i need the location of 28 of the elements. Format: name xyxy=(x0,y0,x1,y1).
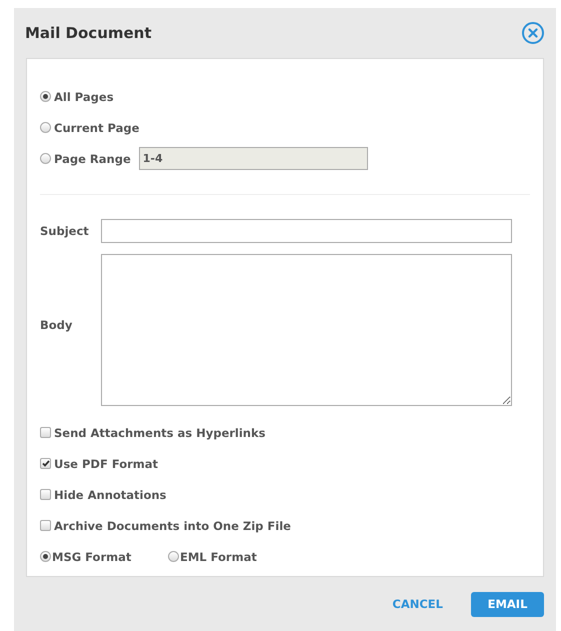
checkbox[interactable] xyxy=(40,427,51,438)
checkbox[interactable] xyxy=(40,489,51,500)
body-label: Body xyxy=(40,318,74,332)
close-button[interactable] xyxy=(522,22,544,44)
subject-field[interactable] xyxy=(101,219,512,243)
cancel-button[interactable]: CANCEL xyxy=(386,596,449,612)
radio-label: EML Format xyxy=(180,550,257,564)
dialog-title: Mail Document xyxy=(25,24,152,42)
subject-label: Subject xyxy=(40,224,90,238)
radio-button[interactable] xyxy=(40,91,51,102)
radio-button[interactable] xyxy=(40,122,51,133)
radio-label: MSG Format xyxy=(52,550,132,564)
body-field[interactable] xyxy=(101,254,512,406)
radio-button[interactable] xyxy=(40,551,51,562)
close-icon xyxy=(528,28,538,38)
radio-label: Current Page xyxy=(54,120,140,134)
checkbox-label: Hide Annotations xyxy=(54,488,166,502)
radio-label: Page Range xyxy=(54,152,131,166)
checkbox-label: Send Attachments as Hyperlinks xyxy=(54,426,266,440)
checkbox-label: Archive Documents into One Zip File xyxy=(54,518,291,532)
checkbox[interactable] xyxy=(40,458,51,469)
page-range-field[interactable]: 1-4 xyxy=(138,147,368,170)
radio-button[interactable] xyxy=(40,153,51,164)
radio-button[interactable] xyxy=(168,551,179,562)
checkbox[interactable] xyxy=(40,520,51,531)
checkbox-label: Use PDF Format xyxy=(54,456,158,470)
email-button[interactable]: EMAIL xyxy=(471,592,544,616)
radio-label: All Pages xyxy=(54,90,114,104)
